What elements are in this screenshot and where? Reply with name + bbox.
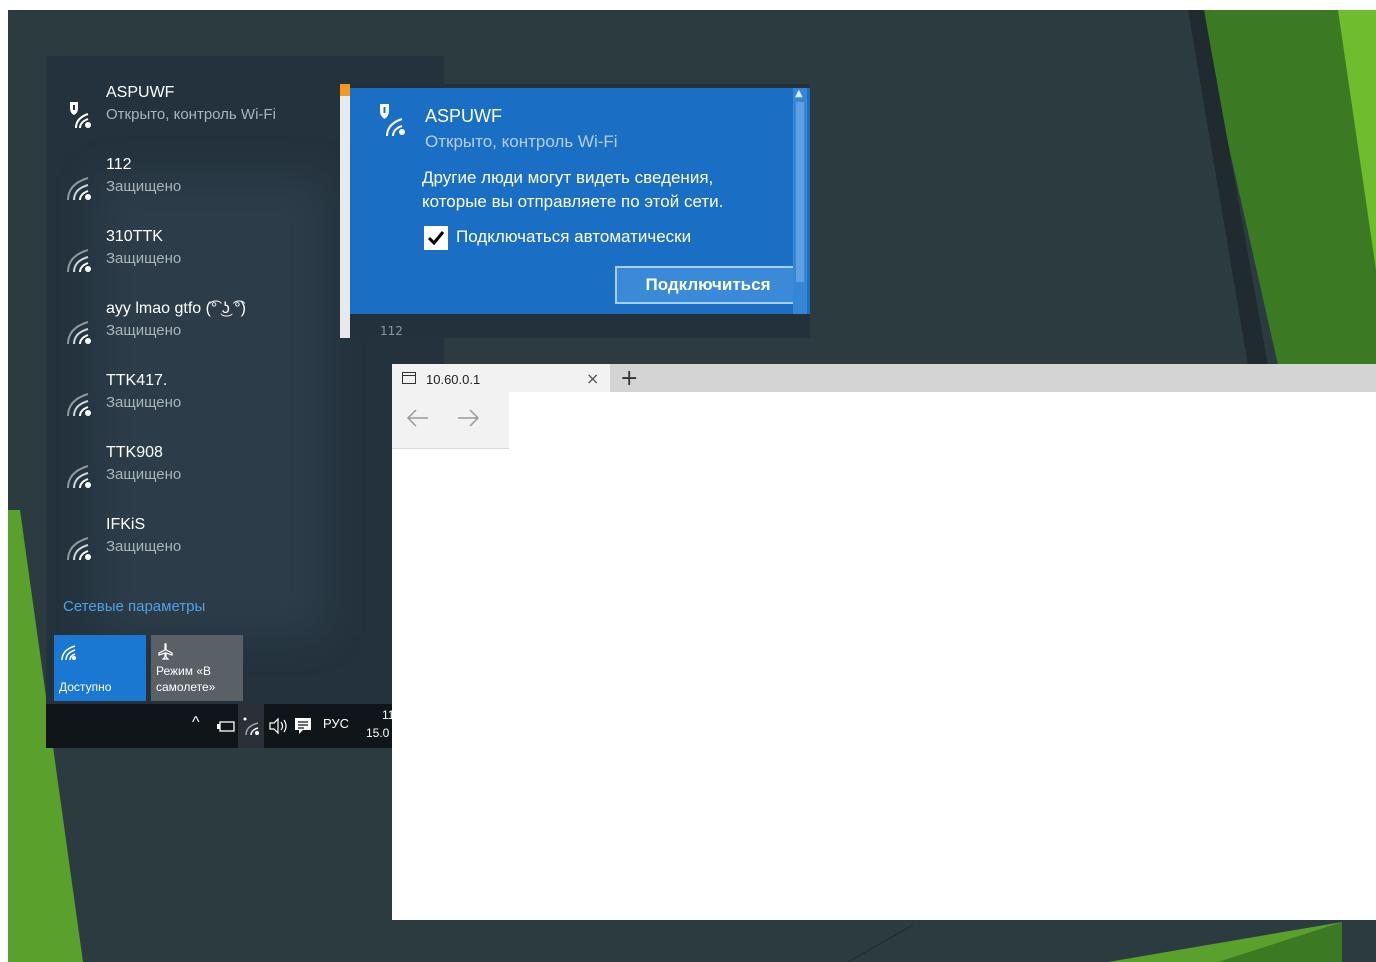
airplane-tile-label: Режим «В самолете» — [156, 664, 216, 694]
taskbar: ^ РУС 11 15.0 — [46, 704, 444, 748]
popup-ssid: ASPUWF — [425, 106, 503, 126]
language-indicator[interactable]: РУС — [323, 716, 349, 736]
wifi-tray-icon[interactable] — [242, 716, 260, 736]
expanded-network-aspuwf: ASPUWF Открыто, контроль Wi-Fi Другие лю… — [350, 88, 810, 314]
wifi-tile-label: Доступно — [59, 680, 112, 694]
browser-tab[interactable]: 10.60.0.1 × — [392, 364, 610, 392]
network-detail-popup: ASPUWF Открыто, контроль Wi-Fi Другие лю… — [340, 84, 810, 338]
network-item-ifkis[interactable]: IFKiS Защищено — [46, 516, 346, 586]
network-item-ttk417[interactable]: TTK417. Защищено — [46, 372, 346, 442]
wifi-secured-icon — [67, 537, 91, 561]
network-ssid: ayy lmao gtfo (͡° ͜ʖ ͡°) — [106, 300, 246, 317]
network-item-112[interactable]: 112 Защищено — [46, 156, 346, 226]
network-settings-link[interactable]: Сетевые параметры — [63, 598, 205, 615]
forward-arrow-icon[interactable] — [454, 406, 482, 430]
network-status: Защищено — [106, 394, 182, 411]
network-ssid: 310TTK — [106, 228, 163, 245]
wifi-secured-icon — [67, 321, 91, 345]
wifi-open-shield-icon — [70, 102, 91, 129]
network-status: Защищено — [106, 250, 182, 267]
network-ssid: TTK908 — [106, 444, 163, 461]
network-ssid: TTK417. — [106, 372, 168, 389]
page-icon — [402, 372, 416, 384]
auto-connect-checkbox[interactable] — [424, 226, 448, 250]
network-ssid: IFKiS — [106, 516, 146, 533]
wifi-quick-action-tile[interactable]: Доступно — [54, 635, 146, 701]
airplane-icon — [158, 643, 173, 660]
network-item-ttk908[interactable]: TTK908 Защищено — [46, 444, 346, 514]
network-item-ayy-lmao-gtfo[interactable]: ayy lmao gtfo (͡° ͜ʖ ͡°) Защищено — [46, 300, 346, 370]
volume-icon[interactable] — [268, 716, 288, 736]
network-status: Защищено — [106, 466, 182, 483]
tab-close-icon[interactable]: × — [586, 369, 599, 388]
tab-title: 10.60.0.1 — [426, 372, 481, 387]
battery-icon[interactable] — [216, 716, 236, 736]
wifi-secured-icon — [67, 393, 91, 417]
connect-button[interactable]: Подключиться — [615, 266, 801, 304]
popup-scrollbar[interactable]: ▲ — [793, 88, 807, 314]
scroll-up-icon[interactable]: ▲ — [795, 88, 803, 99]
browser-nav-bar — [392, 392, 509, 449]
new-tab-button[interactable]: + — [620, 366, 638, 391]
chevron-up-icon[interactable]: ^ — [192, 714, 200, 734]
network-ssid: 112 — [106, 156, 132, 173]
next-network-partial: 112 — [380, 324, 403, 338]
network-ssid: ASPUWF — [106, 84, 175, 101]
popup-description: Другие люди могут видеть сведения, котор… — [422, 168, 724, 211]
wifi-secured-icon — [67, 249, 91, 273]
back-arrow-icon[interactable] — [404, 406, 432, 430]
network-status: Защищено — [106, 322, 182, 339]
network-status: Открыто, контроль Wi-Fi — [106, 106, 276, 123]
network-status: Защищено — [106, 178, 182, 195]
airplane-mode-tile[interactable]: Режим «В самолете» — [151, 635, 243, 701]
clock-date[interactable]: 15.0 — [366, 726, 389, 746]
notification-icon[interactable] — [294, 716, 312, 736]
network-status: Защищено — [106, 538, 182, 555]
network-item-310ttk[interactable]: 310TTK Защищено — [46, 228, 346, 298]
checkmark-icon — [427, 231, 445, 246]
auto-connect-label[interactable]: Подключаться автоматически — [456, 227, 691, 247]
popup-status: Открыто, контроль Wi-Fi — [425, 132, 618, 151]
network-item-aspuwf[interactable]: ASPUWF Открыто, контроль Wi-Fi — [46, 84, 346, 154]
wifi-secured-icon — [67, 177, 91, 201]
scrollbar-thumb[interactable] — [796, 102, 804, 282]
wifi-secured-icon — [67, 465, 91, 489]
browser-tab-bar: 10.60.0.1 × + — [392, 364, 1376, 392]
wifi-open-shield-icon — [380, 104, 405, 137]
wifi-icon — [61, 645, 76, 661]
browser-viewport[interactable] — [392, 392, 1376, 920]
